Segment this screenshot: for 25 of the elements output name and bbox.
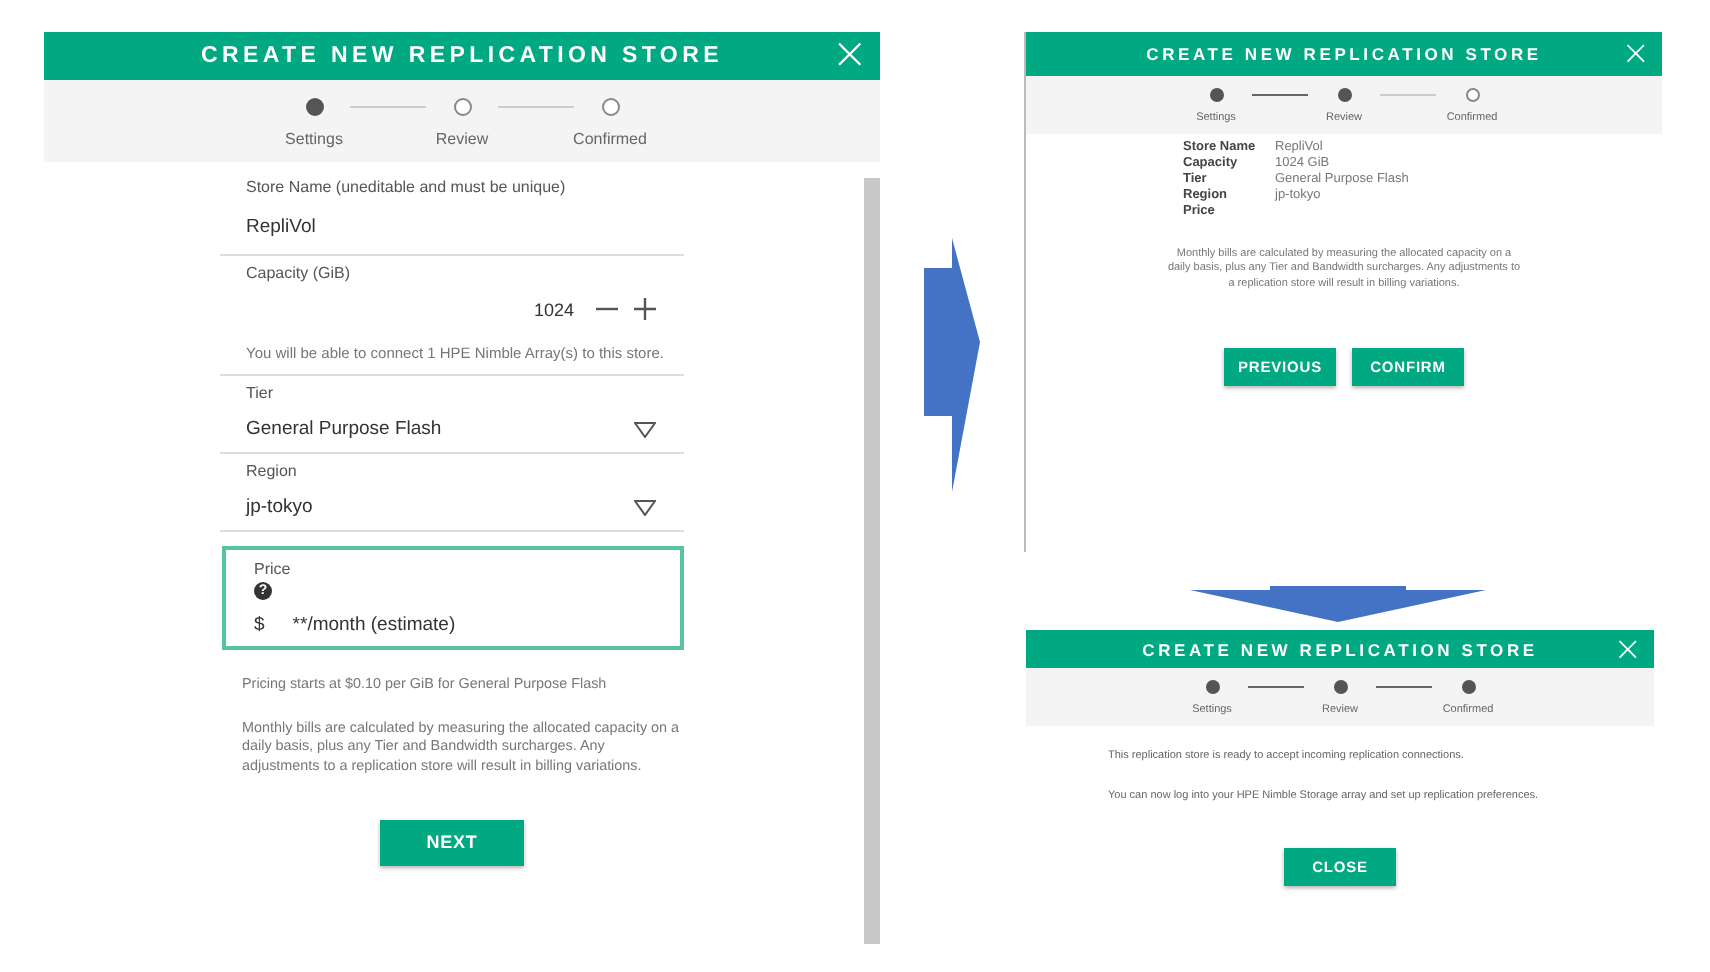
currency-symbol: $ bbox=[254, 614, 265, 636]
next-button[interactable]: NEXT bbox=[380, 819, 524, 866]
field-label: Price bbox=[254, 560, 291, 578]
step-label: Review bbox=[435, 130, 489, 148]
close-button[interactable]: × bbox=[827, 34, 872, 78]
field-label: Store Name (uneditable and must be unique) bbox=[246, 178, 568, 196]
dropdown-field[interactable]: General Purpose Flash bbox=[246, 418, 684, 440]
close-button[interactable]: × bbox=[1609, 631, 1646, 667]
dropdown-field[interactable]: jp-tokyo bbox=[246, 496, 684, 518]
step-label: Confirmed bbox=[573, 130, 647, 148]
capacity-field[interactable]: 1024 bbox=[533, 299, 574, 319]
price-value: **/month (estimate) bbox=[292, 614, 456, 636]
step-label: Settings bbox=[285, 130, 343, 148]
dialog-title: CREATE NEW REPLICATION STORE bbox=[1142, 639, 1538, 659]
plus-icon[interactable] bbox=[634, 298, 656, 320]
field-label: Tier bbox=[246, 384, 275, 402]
field-label: Region bbox=[246, 462, 299, 480]
close-button[interactable]: × bbox=[1617, 36, 1654, 72]
input-field[interactable]: RepliVol bbox=[246, 212, 684, 242]
scrollbar[interactable] bbox=[864, 178, 880, 944]
field-label: Capacity (GiB) bbox=[246, 264, 353, 282]
dialog-title: CREATE NEW REPLICATION STORE bbox=[1146, 44, 1542, 64]
caret-icon bbox=[634, 421, 656, 437]
dialog-title: CREATE NEW REPLICATION STORE bbox=[201, 44, 723, 68]
caret-icon bbox=[634, 499, 656, 515]
